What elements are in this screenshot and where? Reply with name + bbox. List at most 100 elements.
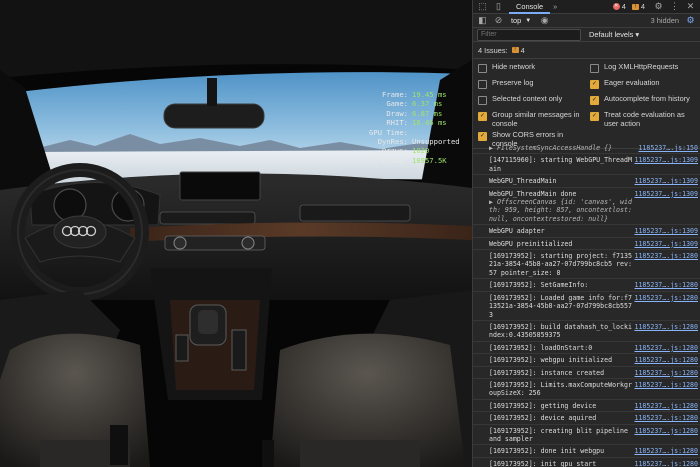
setting-option[interactable]: Preserve log <box>477 78 589 92</box>
checkbox-checked-icon[interactable]: ✓ <box>478 132 487 141</box>
setting-option[interactable]: Log XMLHttpRequests <box>589 62 700 76</box>
checkbox-checked-icon[interactable]: ✓ <box>478 112 487 121</box>
setting-label: Treat code evaluation as user action <box>604 110 685 128</box>
inspect-element-icon[interactable]: ⬚ <box>477 1 488 12</box>
console-log-row[interactable]: [169173952]: Loaded game info for:f71352… <box>473 292 700 321</box>
console-messages[interactable]: ▶ FileSystemSyncAccessHandle {} 1185237….… <box>473 142 700 467</box>
console-log-row[interactable]: WebGPU adapter 1185237….js:1309 <box>473 225 700 238</box>
log-message: WebGPU adapter <box>489 227 545 236</box>
issues-label: 4 Issues: <box>478 45 508 55</box>
source-link[interactable]: 1185237….js:1280 <box>634 281 698 289</box>
console-log-row[interactable]: [169173952]: loadOnStart:0 1185237….js:12… <box>473 342 700 355</box>
checkbox-unchecked-icon[interactable] <box>590 64 599 73</box>
console-log-row[interactable]: [169173952]: instance created 1185237….js… <box>473 367 700 379</box>
console-log-row[interactable]: [169173952]: webgpu initialized 1185237….… <box>473 354 700 367</box>
console-log-row[interactable]: [169173952]: init gpu start 1185237….js:1… <box>473 458 700 467</box>
log-message: [169173952]: device aquired <box>489 414 597 423</box>
close-devtools-icon[interactable]: ✕ <box>685 1 696 12</box>
console-log-row[interactable]: [147115960]: starting WebGPU_ThreadMain 1… <box>473 154 700 176</box>
setting-option[interactable]: ✓ Autocomplete from history <box>589 94 700 108</box>
console-log-row[interactable]: [169173952]: starting project: f713521a-… <box>473 250 700 280</box>
settings-gear-icon[interactable]: ⚙ <box>653 1 664 12</box>
console-log-row[interactable]: [169173952]: creating blit pipeline and … <box>473 425 700 446</box>
source-link[interactable]: 1185237….js:1309 <box>634 227 698 235</box>
stat-label: Draw: <box>386 108 408 118</box>
source-link[interactable]: 1185237….js:150 <box>638 144 698 152</box>
source-link[interactable]: 1185237….js:1309 <box>634 156 698 173</box>
stat-label: Game: <box>386 99 408 109</box>
console-log-row[interactable]: [169173952]: Limits.maxComputeWorkgroupS… <box>473 379 700 400</box>
console-log-text: [169173952]: Loaded game info for:f71352… <box>489 294 632 319</box>
console-log-text: WebGPU adapter <box>489 227 632 235</box>
log-levels-dropdown[interactable]: Default levels ▾ <box>589 30 639 39</box>
source-link[interactable]: 1185237….js:1309 <box>634 177 698 185</box>
source-link[interactable]: 1185237….js:1280 <box>634 356 698 364</box>
stat-value: 1020 <box>412 146 430 156</box>
setting-option[interactable]: ✓ Eager evaluation <box>589 78 700 92</box>
checkbox-checked-icon[interactable]: ✓ <box>590 112 599 121</box>
source-link[interactable]: 1185237….js:1280 <box>634 447 698 455</box>
clear-console-icon[interactable]: ⊘ <box>493 15 504 26</box>
source-link[interactable]: 1185237….js:1280 <box>634 402 698 410</box>
perf-stats-overlay: Frame: 19.45 ms Game: 6.37 ms Draw: 6.87 ms RH… <box>352 90 470 165</box>
source-link[interactable]: 1185237….js:1309 <box>634 240 698 248</box>
log-object-preview[interactable]: ▶ OffscreenCanvas {id: 'canvas', width: … <box>489 198 636 223</box>
source-link[interactable]: 1185237….js:1280 <box>634 369 698 377</box>
setting-label: Group similar messages in console <box>492 110 580 128</box>
console-log-row[interactable]: [169173952]: build datahash_to_lockindex… <box>473 321 700 342</box>
console-log-row[interactable]: [169173952]: device aquired 1185237….js:1… <box>473 412 700 425</box>
issues-bar[interactable]: 4 Issues: ! 4 <box>473 42 700 59</box>
console-log-row[interactable]: [169173952]: done init webgpu 1185237….js… <box>473 445 700 458</box>
source-link[interactable]: 1185237….js:1309 <box>634 190 698 224</box>
console-log-row[interactable]: ▶ FileSystemSyncAccessHandle {} 1185237….… <box>473 142 700 155</box>
live-expression-eye-icon[interactable]: ◉ <box>539 15 550 26</box>
warning-count-badge[interactable]: ! 4 <box>631 2 645 11</box>
setting-option[interactable]: ✓ Treat code evaluation as user action <box>589 110 700 128</box>
log-message: WebGPU_ThreadMain done <box>489 189 577 198</box>
sidebar-toggle-icon[interactable]: ◧ <box>477 15 488 26</box>
console-log-row[interactable]: WebGPU_ThreadMain 1185237….js:1309 <box>473 175 700 188</box>
source-link[interactable]: 1185237….js:1280 <box>634 381 698 398</box>
checkbox-unchecked-icon[interactable] <box>478 96 487 105</box>
console-settings-pane: Hide network Preserve log Selected context… <box>473 59 700 149</box>
setting-option[interactable]: Hide network <box>477 62 589 76</box>
device-toolbar-icon[interactable]: ▯ <box>493 1 504 12</box>
source-link[interactable]: 1185237….js:1280 <box>634 323 698 340</box>
stat-row: Game: 6.37 ms <box>352 99 470 108</box>
filter-input[interactable] <box>477 28 581 41</box>
stat-label: RHIT: <box>386 118 408 128</box>
source-link[interactable]: 1185237….js:1280 <box>634 252 698 277</box>
context-selector[interactable]: top ▼ <box>511 16 531 25</box>
game-canvas[interactable]: Frame: 19.45 ms Game: 6.37 ms Draw: 6.87 ms RH… <box>0 0 472 467</box>
console-log-row[interactable]: WebGPU preinitialized 1185237….js:1309 <box>473 238 700 251</box>
checkbox-checked-icon[interactable]: ✓ <box>590 80 599 89</box>
setting-label: Eager evaluation <box>604 78 660 87</box>
console-settings-gear-icon[interactable]: ⚙ <box>685 15 696 26</box>
more-options-icon[interactable]: ⋮ <box>669 1 680 12</box>
console-log-text: [169173952]: loadOnStart:0 <box>489 344 632 352</box>
checkbox-checked-icon[interactable]: ✓ <box>590 96 599 105</box>
warning-count: 4 <box>640 2 645 11</box>
source-link[interactable]: 1185237….js:1280 <box>634 427 698 444</box>
setting-option[interactable]: Selected context only <box>477 94 589 108</box>
console-log-text: [169173952]: done init webgpu <box>489 447 632 455</box>
console-log-text: [169173952]: build datahash_to_lockindex… <box>489 323 632 340</box>
error-count-badge[interactable]: ✕ 4 <box>612 2 626 11</box>
setting-label: Preserve log <box>492 78 534 87</box>
stat-row: GPU Time: <box>352 128 470 137</box>
console-log-row[interactable]: WebGPU_ThreadMain done ▶ OffscreenCanvas … <box>473 188 700 226</box>
checkbox-unchecked-icon[interactable] <box>478 80 487 89</box>
source-link[interactable]: 1185237….js:1280 <box>634 414 698 422</box>
source-link[interactable]: 1185237….js:1280 <box>634 344 698 352</box>
checkbox-unchecked-icon[interactable] <box>478 64 487 73</box>
console-log-text: WebGPU_ThreadMain <box>489 177 632 185</box>
setting-option[interactable]: ✓ Group similar messages in console <box>477 110 589 128</box>
log-message: [169173952]: instance created <box>489 368 605 377</box>
console-log-row[interactable]: [169173952]: SetGameInfo: 1185237….js:128… <box>473 279 700 292</box>
source-link[interactable]: 1185237….js:1280 <box>634 294 698 319</box>
source-link[interactable]: 1185237….js:1280 <box>634 460 698 467</box>
more-tabs-button[interactable]: » <box>553 2 557 11</box>
tab-console[interactable]: Console <box>509 0 551 14</box>
console-log-row[interactable]: [169173952]: getting device 1185237….js:1… <box>473 400 700 413</box>
issues-count: 4 <box>520 45 525 55</box>
